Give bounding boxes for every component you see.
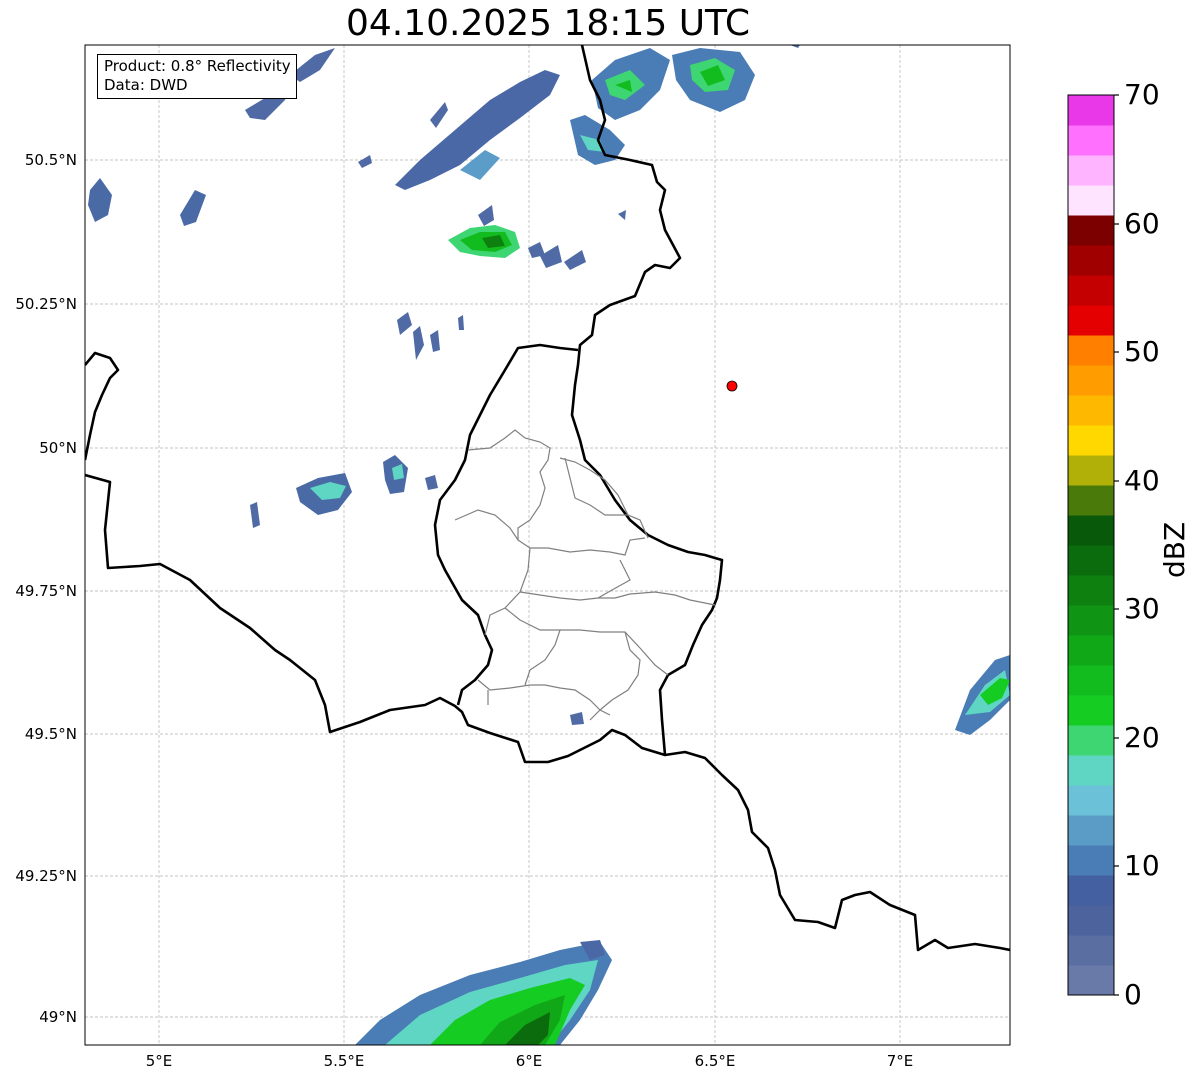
colorbar-segment xyxy=(1068,335,1114,366)
district-borders xyxy=(454,429,716,721)
colorbar-segment xyxy=(1068,245,1114,276)
colorbar-tick-label: 10 xyxy=(1124,849,1160,882)
lat-label: 49.25°N xyxy=(15,867,77,885)
colorbar-segment xyxy=(1068,815,1114,846)
lon-label: 7°E xyxy=(886,1052,914,1070)
colorbar-segment xyxy=(1068,455,1114,486)
product-info-box: Product: 0.8° Reflectivity Data: DWD xyxy=(97,54,297,99)
lat-label: 50.25°N xyxy=(15,295,77,313)
colorbar-tick-label: 0 xyxy=(1124,978,1142,1011)
product-label: Product: 0.8° Reflectivity xyxy=(104,57,291,75)
colorbar-ticks xyxy=(1114,94,1119,996)
colorbar-segment xyxy=(1068,485,1114,516)
colorbar-segment xyxy=(1068,215,1114,246)
colorbar xyxy=(1068,95,1114,996)
radar-map xyxy=(84,44,1119,1046)
colorbar-segment xyxy=(1068,365,1114,396)
country-borders xyxy=(85,45,1010,952)
lon-label: 5.5°E xyxy=(323,1052,365,1070)
colorbar-tick-label: 40 xyxy=(1124,464,1160,497)
colorbar-segment xyxy=(1068,125,1114,156)
lon-label: 6°E xyxy=(515,1052,543,1070)
colorbar-segment xyxy=(1068,95,1114,126)
colorbar-segment xyxy=(1068,545,1114,576)
lat-label: 50.5°N xyxy=(24,151,77,169)
colorbar-segment xyxy=(1068,425,1114,456)
plot-frame xyxy=(84,44,1011,1046)
map-grid xyxy=(85,45,1010,1045)
colorbar-segment xyxy=(1068,185,1114,216)
colorbar-segment xyxy=(1068,515,1114,546)
radar-echoes xyxy=(88,45,1010,1045)
lat-label: 49.5°N xyxy=(24,725,77,743)
colorbar-tick-label: 50 xyxy=(1124,335,1160,368)
colorbar-segment xyxy=(1068,395,1114,426)
data-source-label: Data: DWD xyxy=(104,76,188,94)
location-marker xyxy=(726,380,738,392)
lon-label: 5°E xyxy=(145,1052,173,1070)
colorbar-tick-label: 30 xyxy=(1124,592,1160,625)
colorbar-segment xyxy=(1068,845,1114,876)
colorbar-tick-label: 70 xyxy=(1124,78,1160,111)
colorbar-segment xyxy=(1068,695,1114,726)
colorbar-segment xyxy=(1068,635,1114,666)
colorbar-segment xyxy=(1068,725,1114,756)
lat-label: 49°N xyxy=(39,1008,77,1026)
colorbar-segment xyxy=(1068,935,1114,966)
colorbar-tick-label: 20 xyxy=(1124,721,1160,754)
colorbar-segment xyxy=(1068,905,1114,936)
colorbar-segment xyxy=(1068,785,1114,816)
colorbar-segment xyxy=(1068,665,1114,696)
lat-label: 50°N xyxy=(39,439,77,457)
colorbar-segment xyxy=(1068,755,1114,786)
colorbar-unit-label: dBZ xyxy=(1158,521,1191,578)
colorbar-tick-label: 60 xyxy=(1124,207,1160,240)
colorbar-segment xyxy=(1068,305,1114,336)
colorbar-segment xyxy=(1068,575,1114,606)
lon-label: 6.5°E xyxy=(694,1052,736,1070)
lat-label: 49.75°N xyxy=(15,582,77,600)
colorbar-segment xyxy=(1068,605,1114,636)
colorbar-segment xyxy=(1068,875,1114,906)
colorbar-segment xyxy=(1068,155,1114,186)
colorbar-segment xyxy=(1068,965,1114,996)
colorbar-segment xyxy=(1068,275,1114,306)
